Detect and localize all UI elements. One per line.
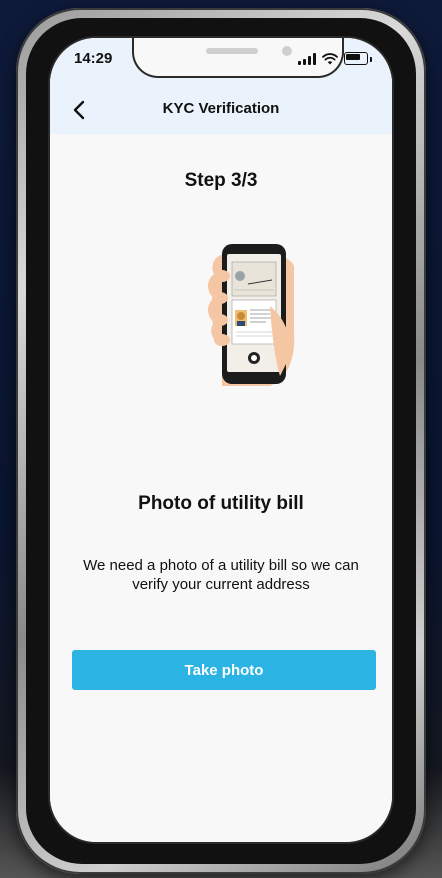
- phone-frame: 14:29 KYC Verification Step 3/3 Photo of…: [16, 8, 426, 874]
- phone-scanning-document-icon: [200, 236, 310, 396]
- description-text: We need a photo of a utility bill so we …: [83, 557, 359, 593]
- status-time: 14:29: [74, 50, 113, 67]
- step-indicator: Step 3/3: [184, 170, 258, 191]
- take-photo-button[interactable]: Take photo: [72, 650, 376, 690]
- status-icons: [298, 52, 372, 65]
- section-title: Photo of utility bill: [138, 493, 304, 514]
- status-bar: 14:29: [50, 38, 392, 86]
- battery-icon: [344, 52, 368, 65]
- app-screen: 14:29 KYC Verification Step 3/3 Photo of…: [50, 38, 392, 842]
- phone-bezel: 14:29 KYC Verification Step 3/3 Photo of…: [26, 18, 416, 864]
- signal-icon: [298, 53, 316, 65]
- page-title: KYC Verification: [162, 100, 280, 117]
- speaker-grille: [206, 48, 258, 54]
- wifi-icon: [322, 53, 338, 65]
- screen-frame: 14:29 KYC Verification Step 3/3 Photo of…: [48, 36, 394, 844]
- nav-bar: KYC Verification: [50, 86, 392, 134]
- front-camera: [282, 46, 292, 56]
- battery-nub: [370, 57, 372, 62]
